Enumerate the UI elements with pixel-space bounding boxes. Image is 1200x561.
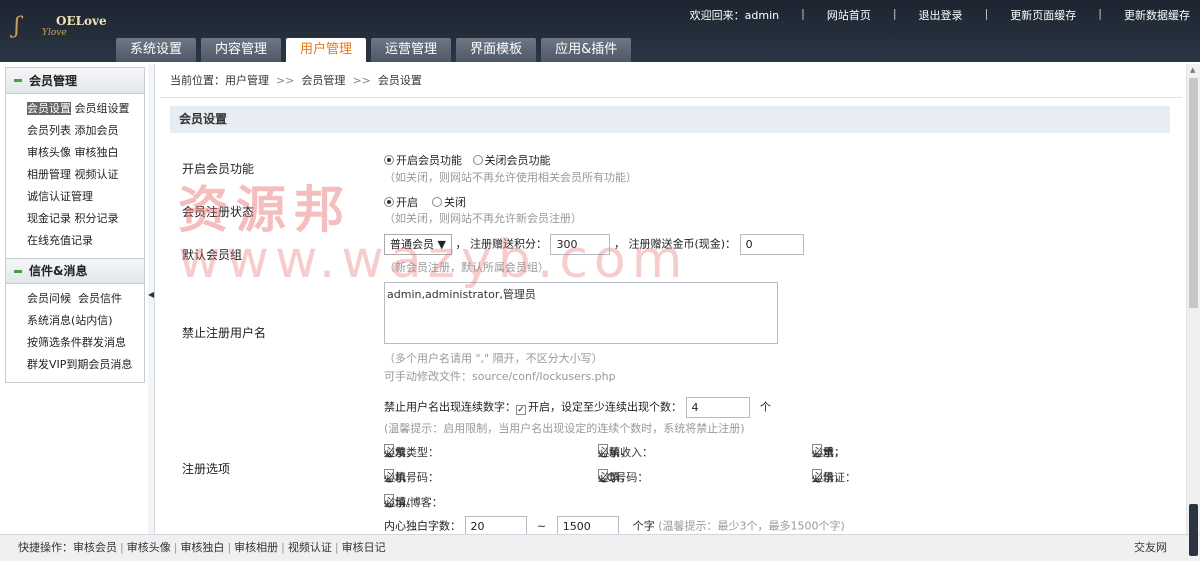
sidebar-item-review-avatar[interactable]: 审核头像 [27,146,71,159]
tab-templates[interactable]: 界面模板 [456,38,537,62]
scroll-up-icon[interactable]: ▲ [1190,66,1195,74]
enable-member-on-radio[interactable] [384,155,394,165]
breadcrumb-member-settings: 会员设置 [377,74,422,87]
monologue-length-field: 内心独白字数： 20 ~ 1500 个字 (温馨提示：最少3个，最多1500个字… [384,516,845,534]
footer-site-name: 交友网 [1134,541,1167,554]
enable-member-off-radio[interactable] [472,155,483,165]
shortcut-video-verify[interactable]: 视频认证 [288,541,332,554]
ime-toolbar-icon[interactable] [1189,504,1198,556]
list-item: 诚信认证管理 [27,186,144,208]
list-item: 群发VIP到期会员消息 [27,354,144,376]
banned-usernames-file-hint: 可手动修改文件：source/conf/lockusers.php [384,370,616,383]
logout-link[interactable]: 退出登录 [919,7,963,23]
banned-usernames-textarea[interactable]: admin,administrator,管理员 [384,282,778,344]
main-nav: 系统设置 内容管理 用户管理 运营管理 界面模板 应用&插件 [116,38,636,62]
logo-subtext: Ylove [42,28,67,38]
tab-system-settings[interactable]: 系统设置 [116,38,197,62]
enable-member-field: 开启会员功能 关闭会员功能 [384,152,551,168]
watermark-url: www.wazyb.com [178,230,689,290]
shortcut-review-albums[interactable]: 审核相册 [234,541,278,554]
sidebar-item-vip-expiry-broadcast[interactable]: 群发VIP到期会员消息 [27,358,132,371]
collapse-minus-icon [14,79,22,82]
sidebar-item-member-letters[interactable]: 会员信件 [78,292,122,305]
logo-text: OELove [56,14,107,28]
sidebar-section-member[interactable]: 会员管理 [6,68,144,94]
monologue-min-input[interactable]: 20 [464,516,527,534]
sidebar-item-add-member[interactable]: 添加会员 [75,124,119,137]
vertical-scrollbar[interactable]: ▲ [1186,64,1200,534]
sidebar-item-video-verify[interactable]: 视频认证 [75,168,119,181]
sidebar-item-member-settings[interactable]: 会员设置 [27,102,71,115]
monologue-max-input[interactable]: 1500 [556,516,619,534]
register-status-hint: （如关闭，则网站不再允许新会员注册） [384,212,582,225]
section-title: 会员设置 [170,106,1170,133]
consecutive-digits-hint: (温馨提示：启用限制，当用户名出现设定的连续个数时，系统将禁止注册) [384,422,745,435]
main-content: 当前位置：用户管理 >> 会员管理 >> 会员设置 会员设置 开启会员功能 开启会员功能… [160,64,1182,534]
shortcut-review-avatars[interactable]: 审核头像 [127,541,171,554]
sidebar-item-points-records[interactable]: 积分记录 [75,212,119,225]
footer-shortcuts: 快捷操作：审核会员 | 审核头像 | 审核独白 | 审核相册 | 视频认证 | 审核日记 交友网 [0,534,1200,561]
welcome-text: 欢迎回来：admin [689,9,780,22]
enable-member-hint: （如关闭，则网站不再允许使用相关会员所有功能） [384,171,637,184]
shortcut-review-diaries[interactable]: 审核日记 [342,541,386,554]
sidebar-item-review-monologue[interactable]: 审核独白 [75,146,119,159]
list-item: 按筛选条件群发消息 [27,332,144,354]
list-item: 现金记录 积分记录 [27,208,144,230]
sidebar-item-cash-records[interactable]: 现金记录 [27,212,71,225]
shortcut-review-members[interactable]: 审核会员 [73,541,117,554]
sidebar: 会员管理 会员设置 会员组设置 会员列表 添加会员 审核头像 审核独白 相册管理… [5,67,145,383]
sidebar-member-list: 会员设置 会员组设置 会员列表 添加会员 审核头像 审核独白 相册管理 视频认证… [6,94,144,258]
list-item: 会员列表 添加会员 [27,120,144,142]
register-on-radio[interactable] [384,197,394,207]
scrollbar-thumb[interactable] [1189,78,1198,308]
register-options-label: 注册选项 [182,462,231,476]
top-links: 欢迎回来：admin | 网站首页 | 退出登录 | 更新页面缓存 | 更新数据… [689,7,1190,23]
refresh-data-cache-link[interactable]: 更新数据缓存 [1124,7,1190,23]
sidebar-message-list: 会员问候 会员信件 系统消息(站内信) 按筛选条件群发消息 群发VIP到期会员消… [6,284,144,382]
app-logo[interactable]: ʃ OELove Ylove [14,12,107,44]
register-field-options: 交友类型： 显示， 必填 月薪收入： 显示， 必填 体重： 显示， 必填 手机号码： 显示，必… [384,444,856,509]
sidebar-item-member-greetings[interactable]: 会员问候 [27,292,71,305]
sidebar-item-recharge-records[interactable]: 在线充值记录 [27,234,93,247]
sidebar-item-credit-verify[interactable]: 诚信认证管理 [27,190,93,203]
register-gold-input[interactable]: 0 [739,234,804,255]
tab-user-management[interactable]: 用户管理 [286,38,367,62]
site-home-link[interactable]: 网站首页 [827,7,871,23]
breadcrumb: 当前位置：用户管理 >> 会员管理 >> 会员设置 [160,64,1182,98]
list-item: 在线充值记录 [27,230,144,252]
sidebar-collapse-handle[interactable]: ◀ [148,64,155,534]
sidebar-item-member-list[interactable]: 会员列表 [27,124,71,137]
refresh-page-cache-link[interactable]: 更新页面缓存 [1010,7,1076,23]
sidebar-item-member-group-settings[interactable]: 会员组设置 [75,102,130,115]
list-item: 相册管理 视频认证 [27,164,144,186]
consecutive-digits-checkbox[interactable]: ✓ [516,404,526,415]
consecutive-digits-input[interactable]: 4 [685,397,750,418]
top-header: ʃ OELove Ylove 欢迎回来：admin | 网站首页 | 退出登录 … [0,0,1200,62]
breadcrumb-user-management[interactable]: 用户管理 [225,74,269,87]
list-item: 审核头像 审核独白 [27,142,144,164]
list-item: 会员设置 会员组设置 [27,98,144,120]
register-status-field: 开启 关闭 [384,194,466,210]
sidebar-item-filter-broadcast[interactable]: 按筛选条件群发消息 [27,336,126,349]
banned-usernames-hint: （多个用户名请用 "," 隔开，不区分大小写） [384,352,603,365]
breadcrumb-member-management[interactable]: 会员管理 [301,74,345,87]
list-item: 会员问候 会员信件 [27,288,144,310]
sidebar-item-system-messages[interactable]: 系统消息(站内信) [27,314,113,327]
chevron-left-icon: ◀ [148,290,155,299]
logo-mark: ʃ [14,14,20,39]
sidebar-item-album-management[interactable]: 相册管理 [27,168,71,181]
collapse-minus-icon [14,269,22,273]
list-item: 系统消息(站内信) [27,310,144,332]
banned-usernames-label: 禁止注册用户名 [182,326,267,340]
tab-operations[interactable]: 运营管理 [371,38,452,62]
sidebar-section-messages[interactable]: 信件&消息 [6,258,144,284]
shortcut-review-monologues[interactable]: 审核独白 [180,541,224,554]
register-off-radio[interactable] [432,197,442,207]
consecutive-digits-field: 禁止用户名出现连续数字：✓ 开启，设定至少连续出现个数： 4 个 [384,397,771,418]
tab-content-management[interactable]: 内容管理 [201,38,282,62]
tab-apps-plugins[interactable]: 应用&插件 [541,38,632,62]
